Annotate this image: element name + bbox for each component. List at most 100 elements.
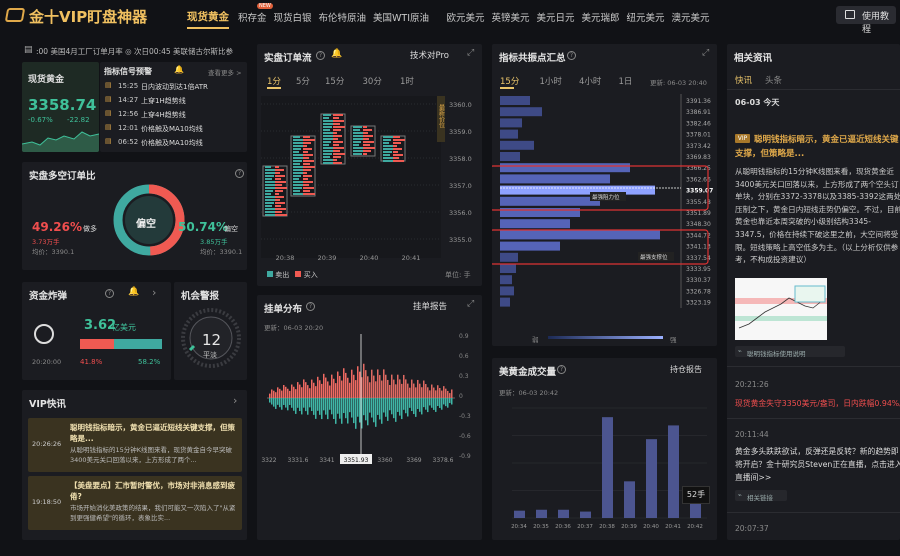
buy-bar [333,132,337,134]
buy-bar [303,151,308,153]
pivot-tab-0[interactable]: 15分 [500,75,519,87]
ticker-bar[interactable]: ▤ :00 美国4月工厂订单月率 ◎ 次日00:45 美联储古尔斯比参 [22,44,247,58]
pivot-tab-1[interactable]: 1小时 [540,75,562,87]
news-tag-link-1[interactable]: ⌁ 聪明钱指标使用说明 [735,346,845,358]
buy-order-bar [377,369,379,398]
buy-bar [275,169,284,171]
buy-order-bar [325,377,327,398]
pivot-price-label: 3369.83 [686,154,711,161]
pivot-tab-3[interactable]: 1日 [619,75,633,87]
help-icon[interactable]: ? [235,169,244,178]
buy-bar [333,123,340,125]
signal-text[interactable]: 上穿1H趋势线 [141,96,186,106]
order-flow-tab-3[interactable]: 30分 [363,75,382,87]
bell-icon: 🔔 [174,65,184,74]
signal-text[interactable]: 价格触及MA10均线 [141,138,203,148]
nav-tab-4[interactable]: 美国WTI原油 [373,10,429,24]
nav-tab-8[interactable]: 美元瑞郎 [582,10,620,24]
nav-tab-1[interactable]: 积存金 [238,10,267,24]
buy-order-bar [269,393,271,398]
vip-news-card[interactable]: 19:18:50 【美盘要点】汇市暂时警优，市场对非消息感到疲倦? 市场开始消化美政… [28,476,242,530]
expand-icon[interactable]: ⤢ [702,48,709,58]
news-headline[interactable]: 聪明钱指标暗示，黄金已逼近短线关键支撑，但策略是... [735,133,900,161]
sell-order-bar [423,398,425,408]
tech-pro-button[interactable]: 技术对Pro [410,49,449,61]
bell-icon[interactable]: 🔔 [128,287,139,297]
vip-news-card[interactable]: 20:26:26 聪明钱指标暗示，黄金已逼近短线关键支撑，但策略是... 从聪明钱指… [28,418,242,472]
order-report-button[interactable]: 挂单报告 [413,300,447,312]
nav-tab-9[interactable]: 纽元美元 [627,10,665,24]
signal-text[interactable]: 上穿4H趋势线 [141,110,186,120]
pivot-price-label: 3386.91 [686,109,711,116]
short-vol: 3.85万手 [200,238,228,246]
buy-order-bar [365,370,367,398]
pivot-bar [500,129,518,139]
buy-order-bar [379,375,381,398]
help-icon[interactable]: ? [105,289,114,298]
news-tag-link-2[interactable]: ⌁ 相关链接 [735,490,787,502]
bell-icon[interactable]: 🔔 [331,49,342,59]
pivot-bar [500,96,530,105]
buy-order-bar [275,392,277,398]
tab-headlines[interactable]: 头条 [765,74,782,86]
news-divider [727,418,900,419]
sell-bar [293,187,302,189]
nav-tab-5[interactable]: 欧元美元 [447,10,485,24]
tab-flash[interactable]: 快讯 [735,74,752,86]
buy-bar [303,139,315,141]
nav-active-underline [187,27,229,29]
help-icon[interactable]: ? [316,51,325,60]
volume-update: 更新：06-03 20:42 [499,389,559,397]
legend-sell-label: 卖出 [275,271,290,279]
help-icon[interactable]: ? [567,51,576,60]
plot-bg [261,96,441,258]
y-tick: 0.6 [459,353,469,360]
buy-order-bar [333,378,335,398]
news-item-3[interactable]: 黄金多头跌跌欲试，反弹还是反转？新的趋势即将开启？金十研究员Steven正在直播… [735,445,900,484]
tutorial-button[interactable]: 使用教程 [836,6,896,35]
nav-tab-0[interactable]: 现货黄金 [187,9,229,24]
signal-text[interactable]: 日内波动到达1倍ATR [141,82,208,92]
sell-order-bar [293,398,295,411]
order-flow-tab-2[interactable]: 15分 [325,75,344,87]
buy-order-bar [451,389,453,398]
buy-bar [303,136,310,138]
help-icon[interactable]: ? [557,365,566,374]
nav-tab-10[interactable]: 澳元美元 [672,10,710,24]
pivot-bar [500,275,512,285]
sell-order-bar [417,398,419,409]
news-item-2[interactable]: 现货黄金失守3350美元/盎司，日内跌幅0.94%。 [735,398,900,409]
news-chart-thumbnail[interactable] [735,278,827,340]
buy-bar [303,175,312,177]
signals-more-link[interactable]: 查看更多 > [208,67,242,77]
nav-tab-2[interactable]: 现货白银 [274,10,312,24]
expand-icon[interactable]: ⤢ [467,299,474,309]
gold-quote-card[interactable]: 现货黄金 3358.74 -0.67% -22.82 [22,62,99,152]
help-icon[interactable]: ? [306,302,315,311]
sell-order-bar [375,398,377,427]
buy-order-bar [339,375,341,398]
order-flow-tab-4[interactable]: 1时 [400,75,414,87]
order-flow-tab-1[interactable]: 5分 [296,75,310,87]
expand-icon[interactable]: ⤢ [467,48,474,58]
signal-text[interactable]: 价格触及MA10均线 [141,124,203,134]
nav-tab-6[interactable]: 英镑美元 [492,10,530,24]
nav-tab-3[interactable]: 布伦特原油 [319,10,367,24]
buy-order-bar [397,374,399,398]
buy-order-bar [337,371,339,398]
sell-bar [323,144,329,146]
buy-order-bar [419,383,421,398]
order-flow-tab-0[interactable]: 1分 [267,75,281,87]
buy-bar [393,154,403,156]
pivot-tab-2[interactable]: 4小时 [579,75,601,87]
chevron-right-icon[interactable]: › [152,286,156,299]
pivot-price-label: 3362.66 [686,176,711,183]
chevron-right-icon[interactable]: › [233,394,237,407]
position-report-button[interactable]: 持仓报告 [670,364,702,375]
sell-order-bar [403,398,405,410]
long-short-title: 实盘多空订单比 [29,171,96,182]
sell-order-bar [345,398,347,419]
buy-bar [303,181,313,183]
nav-tab-7[interactable]: 美元日元 [537,10,575,24]
short-label: 偏空 [224,225,238,233]
